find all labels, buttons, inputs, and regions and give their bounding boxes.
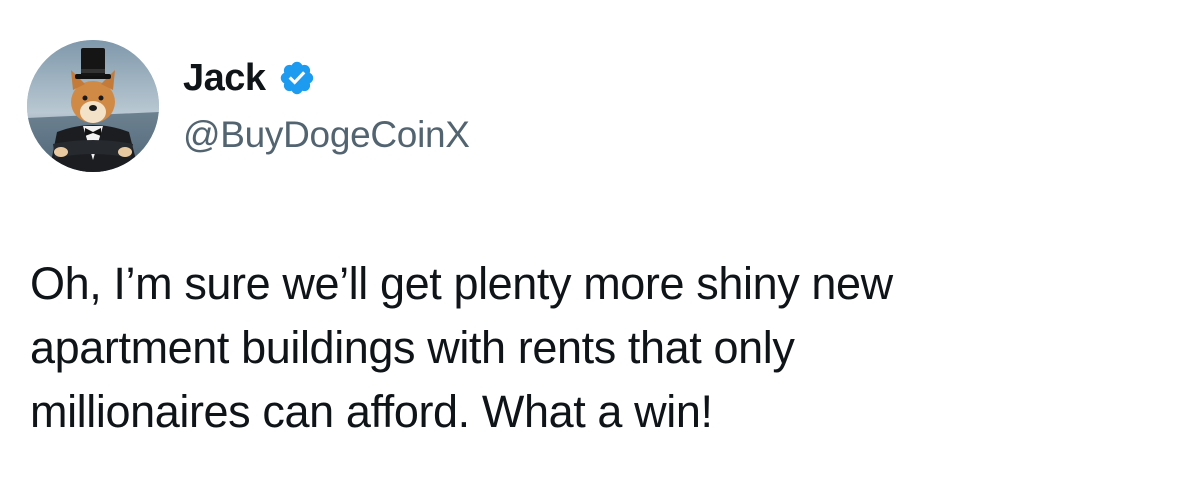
author-block: Jack @BuyDogeCoinX	[183, 52, 470, 160]
author-display-name[interactable]: Jack	[183, 52, 266, 104]
tweet-text-line: apartment buildings with rents that only	[30, 322, 795, 373]
tweet-text-line: millionaires can afford. What a win!	[30, 386, 713, 437]
author-name-row: Jack	[183, 52, 470, 104]
tweet-text: Oh, I’m sure we’ll get plenty more shiny…	[30, 252, 1150, 444]
tweet-text-line: Oh, I’m sure we’ll get plenty more shiny…	[30, 258, 893, 309]
author-handle[interactable]: @BuyDogeCoinX	[183, 110, 470, 160]
shiba-avatar-icon	[27, 40, 159, 172]
author-avatar[interactable]	[27, 40, 159, 172]
verified-badge-icon[interactable]	[278, 59, 316, 97]
tweet-card: Jack @BuyDogeCoinX Oh, I’m sure we’ll ge…	[0, 0, 1179, 502]
